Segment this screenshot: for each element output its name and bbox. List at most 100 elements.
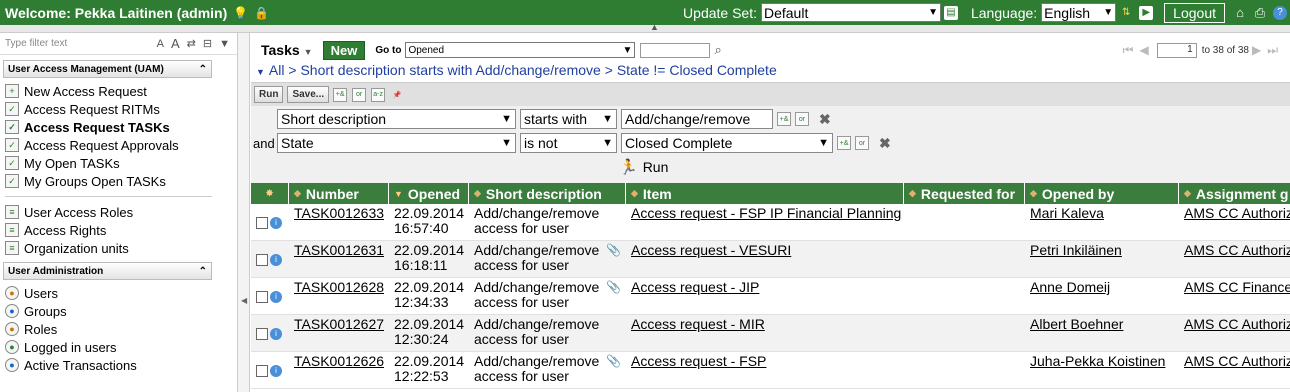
opened-by-link[interactable]: Mari Kaleva (1030, 205, 1104, 221)
task-number-link[interactable]: TASK0012633 (294, 205, 384, 221)
sidebar-item-access-request-tasks[interactable]: ✓ Access Request TASKs (0, 118, 237, 136)
filter-input[interactable]: Type filter text (5, 38, 157, 49)
goto-field-select[interactable]: Opened ▼ (405, 42, 636, 58)
remove-condition-icon[interactable]: ✖ (819, 111, 831, 128)
column-header-short-description[interactable]: ◆ Short description (469, 183, 626, 204)
sort-desc-icon[interactable]: ▼ (394, 189, 403, 199)
item-link[interactable]: Access request - VESURI (631, 242, 791, 258)
refresh-nav-icon[interactable]: ⇄ (187, 37, 196, 50)
sidebar-item-roles[interactable]: ● Roles (0, 320, 237, 338)
column-menu-icon[interactable]: ◆ (474, 188, 481, 199)
page-input[interactable]: 1 (1156, 42, 1197, 58)
column-header-item[interactable]: ◆ Item (626, 183, 904, 204)
column-header-opened[interactable]: ▼ Opened (389, 183, 469, 204)
row-checkbox[interactable] (256, 328, 268, 341)
impersonate-icon[interactable]: 💡 (233, 6, 248, 20)
logout-button[interactable]: Logout (1164, 2, 1225, 23)
column-menu-icon[interactable]: ◆ (1184, 188, 1191, 199)
collapse-header-strip[interactable]: ▲ (0, 22, 1290, 33)
section-header-uam[interactable]: User Access Management (UAM) ⌃ (3, 60, 212, 78)
attachment-icon[interactable]: 📎 (606, 243, 621, 258)
sidebar-item-access-request-ritms[interactable]: ✓ Access Request RITMs (0, 100, 237, 118)
row-checkbox[interactable] (256, 365, 268, 378)
pin-icon[interactable]: 📌 (390, 88, 404, 102)
assignment-group-link[interactable]: AMS CC Authoriz (1184, 242, 1290, 258)
add-or-condition-icon[interactable]: or (352, 87, 367, 102)
sidebar-item-users[interactable]: ● Users (0, 284, 237, 302)
attachment-icon[interactable]: 📎 (606, 280, 621, 295)
first-page-icon[interactable]: ⏮ (1123, 43, 1134, 58)
refresh-icon[interactable]: ⇅ (1119, 6, 1133, 20)
preview-icon[interactable]: i (270, 328, 282, 341)
chevron-left-icon[interactable]: ◀ (241, 296, 247, 305)
lock-icon[interactable]: 🔒 (254, 6, 269, 20)
chevron-up-icon[interactable]: ▲ (650, 22, 659, 32)
sidebar-item-my-open-tasks[interactable]: ✓ My Open TASKs (0, 154, 237, 172)
assignment-group-link[interactable]: AMS CC Authoriz (1184, 353, 1290, 369)
collapse-up-icon[interactable]: ⌃ (199, 266, 207, 277)
assignment-group-link[interactable]: AMS CC Finance (1184, 279, 1290, 295)
print-icon[interactable]: ⎙ (1253, 5, 1267, 20)
preview-icon[interactable]: i (270, 217, 282, 230)
home-icon[interactable]: ⌂ (1233, 5, 1247, 20)
update-set-select[interactable]: Default ▼ (760, 3, 941, 22)
sidebar-item-groups[interactable]: ● Groups (0, 302, 237, 320)
help-icon[interactable]: ? (1273, 5, 1287, 20)
sidebar-item-new-access-request[interactable]: + New Access Request (0, 82, 237, 100)
task-number-link[interactable]: TASK0012626 (294, 353, 384, 369)
collapse-up-icon[interactable]: ⌃ (199, 64, 207, 75)
new-button[interactable]: New (322, 40, 366, 60)
section-header-user-administration[interactable]: User Administration ⌃ (3, 262, 212, 280)
preview-icon[interactable]: i (270, 291, 282, 304)
preview-icon[interactable]: i (270, 254, 282, 267)
column-header-requested-for[interactable]: ◆ Requested for (904, 183, 1025, 204)
next-page-icon[interactable]: ▶ (1252, 43, 1261, 57)
task-number-link[interactable]: TASK0012627 (294, 316, 384, 332)
collapse-all-icon[interactable]: ⊟ (203, 37, 212, 50)
condition-value-select[interactable]: Closed Complete ▼ (621, 133, 833, 153)
row-checkbox[interactable] (256, 291, 268, 304)
sidebar-item-organization-units[interactable]: ≡ Organization units (0, 239, 237, 257)
item-link[interactable]: Access request - MIR (631, 316, 765, 332)
add-and-condition-icon[interactable]: +& (837, 136, 851, 150)
condition-value-input[interactable]: Add/change/remove (621, 109, 773, 129)
column-menu-icon[interactable]: ◆ (1030, 188, 1037, 199)
opened-by-link[interactable]: Juha-Pekka Koistinen (1030, 353, 1165, 369)
save-filter-button[interactable]: Save... (287, 86, 330, 103)
sidebar-item-logged-in-users[interactable]: ● Logged in users (0, 338, 237, 356)
play-icon[interactable]: ▶ (1139, 5, 1154, 20)
sidebar-toggle[interactable]: ◀ (238, 33, 250, 392)
breadcrumb-cond-2[interactable]: State != Closed Complete (617, 62, 777, 78)
run-filter-link[interactable]: 🏃 Run (619, 158, 668, 176)
row-checkbox[interactable] (256, 217, 268, 230)
item-link[interactable]: Access request - FSP (631, 353, 766, 369)
assignment-group-link[interactable]: AMS CC Authoriz (1184, 205, 1290, 221)
font-larger-icon[interactable]: A (171, 36, 180, 51)
sidebar-item-access-rights[interactable]: ≡ Access Rights (0, 221, 237, 239)
remove-condition-icon[interactable]: ✖ (879, 135, 891, 152)
update-set-open-icon[interactable]: ▤ (943, 5, 958, 20)
prev-page-icon[interactable]: ◀ (1139, 43, 1148, 57)
assignment-group-link[interactable]: AMS CC Authoriz (1184, 316, 1290, 332)
column-header-opened-by[interactable]: ◆ Opened by (1025, 183, 1179, 204)
filter-toggle-icon[interactable]: ▼ (256, 67, 265, 77)
search-icon[interactable]: ⌕ (714, 42, 721, 58)
task-number-link[interactable]: TASK0012628 (294, 279, 384, 295)
column-menu-icon[interactable]: ◆ (631, 188, 638, 199)
column-header-assignment-group[interactable]: ◆ Assignment g (1179, 183, 1290, 204)
add-and-condition-icon[interactable]: +& (777, 112, 791, 126)
add-and-condition-icon[interactable]: +& (333, 87, 348, 102)
goto-search-input[interactable] (640, 42, 711, 58)
nav-options-icon[interactable]: ▼ (219, 38, 230, 50)
task-number-link[interactable]: TASK0012631 (294, 242, 384, 258)
condition-operator-select[interactable]: starts with ▼ (520, 109, 617, 129)
item-link[interactable]: Access request - JIP (631, 279, 759, 295)
sidebar-item-my-groups-open-tasks[interactable]: ✓ My Groups Open TASKs (0, 172, 237, 190)
column-header-number[interactable]: ◆ Number (289, 183, 389, 204)
column-menu-icon[interactable]: ◆ (294, 188, 301, 199)
add-or-condition-icon[interactable]: or (855, 136, 869, 150)
add-or-condition-icon[interactable]: or (795, 112, 809, 126)
column-menu-icon[interactable]: ◆ (909, 188, 916, 199)
sidebar-item-access-request-approvals[interactable]: ✓ Access Request Approvals (0, 136, 237, 154)
run-filter-button[interactable]: Run (254, 86, 284, 103)
